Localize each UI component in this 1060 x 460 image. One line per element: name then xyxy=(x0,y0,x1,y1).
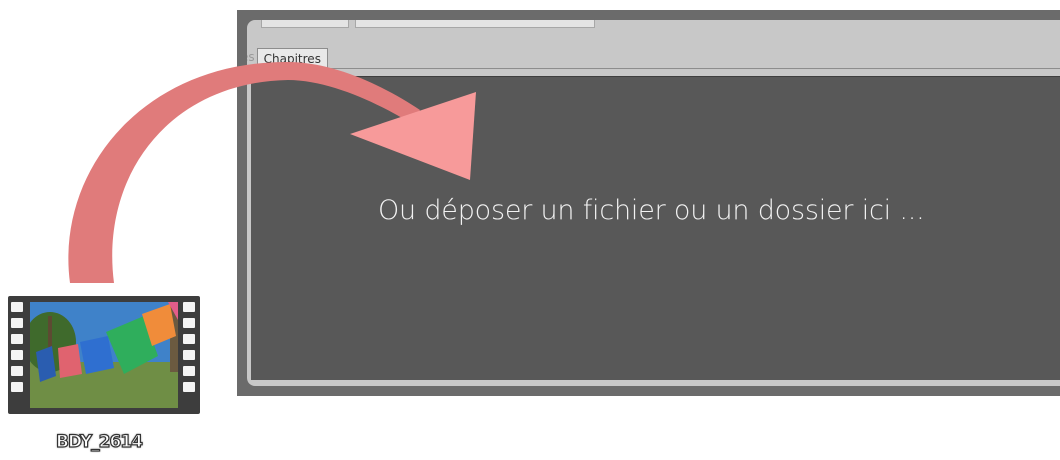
app-window: es Chapitres Ou déposer un fichier ou un… xyxy=(237,10,1060,396)
toolbar xyxy=(261,20,595,28)
toolbar-button[interactable] xyxy=(261,20,349,28)
tab-bar: es Chapitres xyxy=(247,44,1060,69)
file-name-label: BDY_2614 xyxy=(55,431,143,452)
drop-zone[interactable]: Ou déposer un fichier ou un dossier ici … xyxy=(251,76,1060,380)
video-thumbnail xyxy=(30,302,178,408)
app-window-body: es Chapitres Ou déposer un fichier ou un… xyxy=(247,20,1060,386)
film-strip-right xyxy=(183,302,197,392)
video-file-icon[interactable] xyxy=(8,296,200,414)
tab-chapitres[interactable]: Chapitres xyxy=(256,48,328,69)
toolbar-input[interactable] xyxy=(355,20,595,28)
tab-partial[interactable]: es xyxy=(247,50,257,68)
film-strip-left xyxy=(11,302,25,392)
screenshot-stage: es Chapitres Ou déposer un fichier ou un… xyxy=(0,0,1060,460)
drop-zone-hint: Ou déposer un fichier ou un dossier ici … xyxy=(378,195,925,226)
